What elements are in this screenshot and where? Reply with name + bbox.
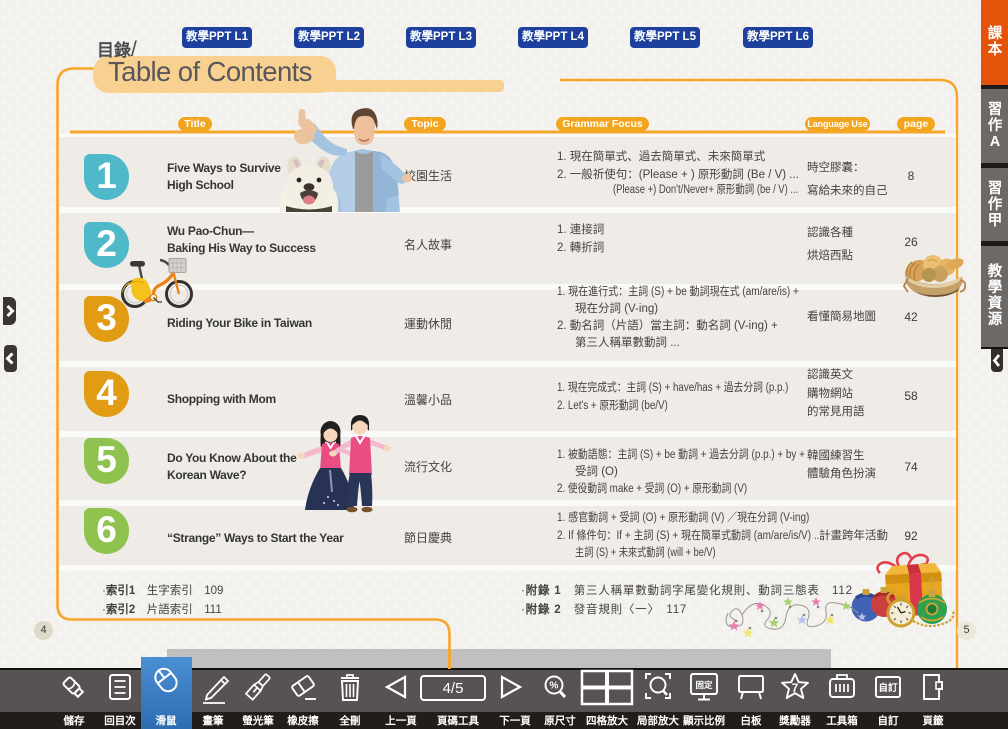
svg-text:自訂: 自訂 <box>878 682 898 694</box>
svg-text:4/5: 4/5 <box>443 680 464 697</box>
svg-text:7: 7 <box>792 681 799 695</box>
svg-text:%: % <box>550 681 559 692</box>
svg-text:固定: 固定 <box>695 680 713 690</box>
